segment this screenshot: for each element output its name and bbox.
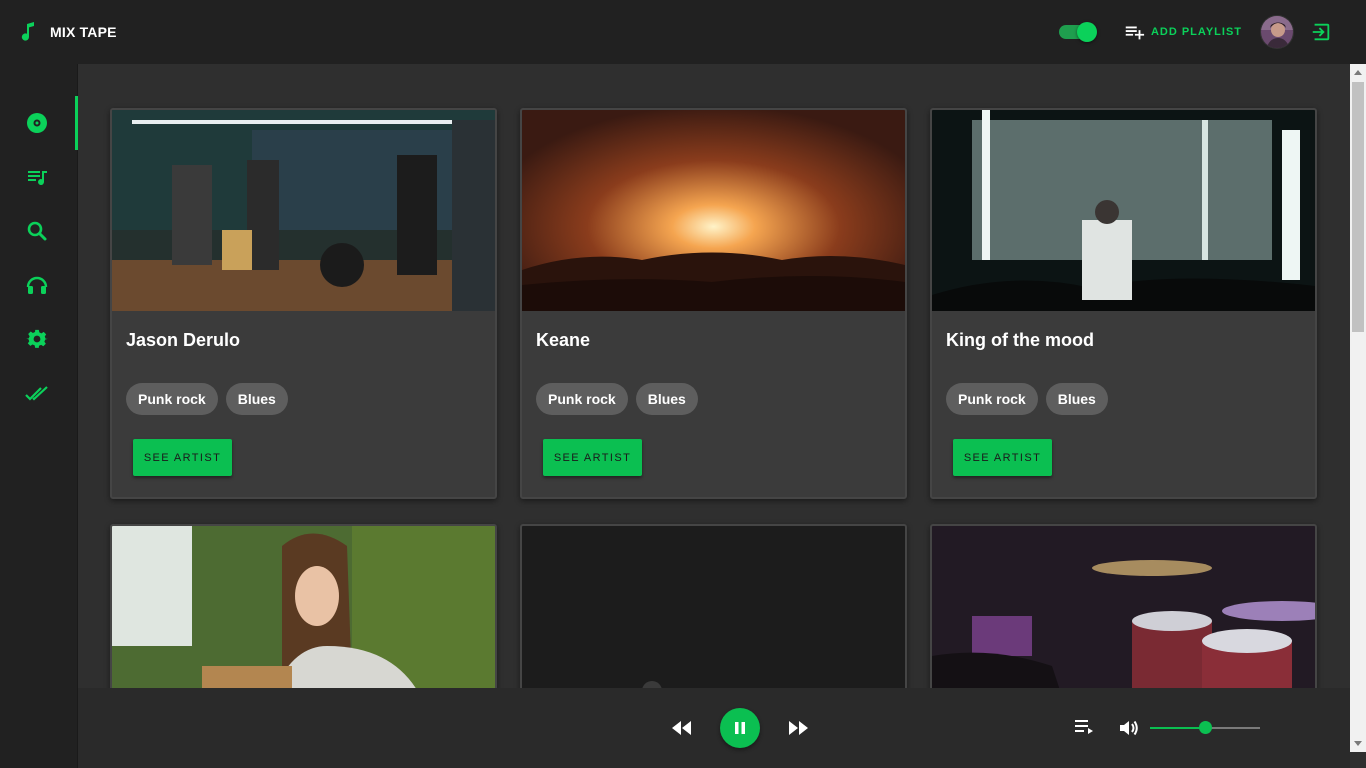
genre-chip[interactable]: Blues	[1045, 383, 1108, 415]
sidebar-item-albums[interactable]	[0, 96, 78, 150]
sidebar-item-search[interactable]	[0, 204, 78, 258]
gear-icon	[26, 329, 48, 348]
player-bar	[78, 688, 1350, 768]
add-playlist-button[interactable]: ADD PLAYLIST	[1123, 21, 1242, 43]
search-icon	[27, 221, 47, 241]
genre-chip[interactable]: Punk rock	[126, 383, 218, 415]
scroll-thumb[interactable]	[1352, 82, 1364, 332]
artist-card: Jason Derulo Punk rock Blues SEE ARTIST	[110, 108, 497, 499]
artist-image	[112, 526, 495, 688]
toggle-knob	[1076, 22, 1097, 42]
app-title: MIX TAPE	[50, 24, 117, 40]
genre-chip[interactable]: Punk rock	[536, 383, 628, 415]
artist-image	[932, 526, 1315, 688]
scrollbar[interactable]	[1350, 64, 1366, 752]
disc-icon	[27, 113, 47, 133]
scroll-down-arrow[interactable]	[1354, 741, 1362, 746]
artist-name: Jason Derulo	[126, 330, 241, 350]
volume-slider-handle[interactable]	[1199, 721, 1212, 734]
playlist-icon	[28, 171, 47, 186]
artist-card	[520, 524, 907, 688]
avatar-image	[1261, 16, 1293, 48]
artist-card	[930, 524, 1317, 688]
see-artist-button[interactable]: SEE ARTIST	[543, 439, 642, 476]
pause-icon	[735, 722, 745, 734]
artist-image	[522, 110, 905, 311]
brand[interactable]: MIX TAPE	[20, 22, 117, 42]
pause-button[interactable]	[720, 708, 760, 748]
sidebar-item-done[interactable]	[0, 366, 78, 420]
artist-name: Keane	[536, 330, 591, 350]
double-check-icon	[25, 386, 48, 401]
artist-card: King of the mood Punk rock Blues SEE ART…	[930, 108, 1317, 499]
artist-card	[110, 524, 497, 688]
sidebar-item-settings[interactable]	[0, 312, 78, 366]
fast-forward-icon[interactable]	[786, 718, 810, 738]
artist-card: Keane Punk rock Blues SEE ARTIST	[520, 108, 907, 499]
artist-image	[112, 110, 495, 311]
sidebar-item-listen[interactable]	[0, 258, 78, 312]
sidebar	[0, 64, 78, 768]
logout-icon[interactable]	[1310, 21, 1332, 43]
top-app-bar: MIX TAPE ADD PLAYLIST	[0, 0, 1366, 64]
theme-toggle[interactable]	[1058, 22, 1097, 42]
playlist-add-icon	[1125, 26, 1145, 40]
genre-chip[interactable]: Blues	[225, 383, 288, 415]
volume-slider-fill	[1150, 727, 1205, 729]
rewind-icon[interactable]	[670, 718, 694, 738]
music-note-icon	[21, 22, 34, 41]
avatar[interactable]	[1260, 15, 1294, 49]
sidebar-item-playlists[interactable]	[0, 150, 78, 204]
see-artist-button[interactable]: SEE ARTIST	[953, 439, 1052, 476]
add-playlist-label: ADD PLAYLIST	[1150, 26, 1242, 38]
queue-icon[interactable]	[1074, 718, 1094, 736]
artist-image	[522, 526, 905, 688]
genre-chip[interactable]: Punk rock	[946, 383, 1038, 415]
artist-image	[932, 110, 1315, 311]
see-artist-button[interactable]: SEE ARTIST	[133, 439, 232, 476]
artist-name: King of the mood	[946, 330, 1094, 350]
volume-icon[interactable]	[1118, 717, 1140, 739]
genre-chip[interactable]: Blues	[635, 383, 698, 415]
artist-grid: Jason Derulo Punk rock Blues SEE ARTIST …	[78, 64, 1350, 688]
scroll-up-arrow[interactable]	[1354, 70, 1362, 75]
volume-slider[interactable]	[1150, 721, 1260, 734]
headphones-icon	[26, 276, 48, 294]
